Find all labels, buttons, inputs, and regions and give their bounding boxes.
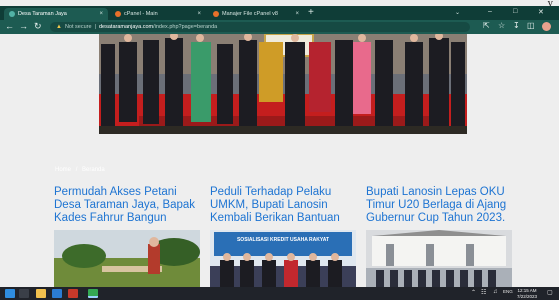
network-icon[interactable]: ☷: [481, 289, 486, 296]
url-divider: |: [94, 24, 96, 30]
tab-label: Desa Taraman Jaya: [18, 11, 67, 17]
chrome-icon[interactable]: [88, 289, 98, 298]
file-explorer-icon[interactable]: [36, 289, 46, 298]
news-title-link[interactable]: Permudah Akses Petani Desa Taraman Jaya,…: [54, 186, 204, 225]
breadcrumb: Home / Beranda: [55, 167, 105, 173]
close-tab-icon[interactable]: ×: [197, 11, 201, 17]
powerpoint-icon[interactable]: [68, 289, 78, 298]
browser-toolbar: ← → ↻ ▲ Not secure | desataramanjaya.com…: [0, 20, 559, 34]
close-tab-icon[interactable]: ×: [295, 11, 299, 17]
close-window-icon[interactable]: ✕: [538, 8, 544, 16]
security-label: Not secure: [64, 24, 92, 30]
screen: y Desa Taraman Jaya × cPanel - Main × Ma…: [0, 0, 559, 300]
breadcrumb-separator: /: [75, 167, 78, 173]
maximize-icon[interactable]: □: [513, 8, 517, 15]
clock-date: 7/22/2023: [517, 293, 538, 299]
news-thumbnail[interactable]: [366, 230, 512, 287]
tray-chevron-icon[interactable]: ⌃: [471, 289, 476, 296]
tab-search-chevron-icon[interactable]: ⌄: [455, 9, 460, 16]
url-host: desataramanjaya.com: [99, 24, 154, 30]
tab-cpanel-main[interactable]: cPanel - Main ×: [110, 8, 206, 20]
download-icon[interactable]: ↧: [513, 21, 520, 30]
bookmark-star-icon[interactable]: ☆: [498, 21, 505, 30]
profile-avatar[interactable]: [542, 22, 551, 31]
notifications-icon[interactable]: ▢: [547, 289, 553, 296]
language-indicator[interactable]: ENG: [503, 289, 513, 294]
warning-icon: ▲: [56, 24, 62, 30]
tab-desa-taraman-jaya[interactable]: Desa Taraman Jaya ×: [4, 8, 108, 20]
new-tab-button[interactable]: +: [308, 7, 314, 18]
start-icon[interactable]: [5, 289, 15, 298]
task-view-icon[interactable]: [19, 289, 29, 298]
reload-icon[interactable]: ↻: [34, 21, 42, 32]
tab-label: Manajer File cPanel v8: [222, 11, 278, 17]
news-title-link[interactable]: Peduli Terhadap Pelaku UMKM, Bupati Lano…: [210, 186, 360, 225]
address-bar[interactable]: ▲ Not secure | desataramanjaya.com /inde…: [50, 22, 470, 32]
breadcrumb-home-link[interactable]: Home: [55, 167, 71, 173]
word-icon[interactable]: [52, 289, 62, 298]
close-tab-icon[interactable]: ×: [99, 11, 103, 17]
news-thumbnail[interactable]: SOSIALISASI KREDIT USAHA RAKYAT: [210, 230, 356, 287]
news-title-link[interactable]: Bupati Lanosin Lepas OKU Timur U20 Berla…: [366, 186, 516, 225]
page-content: Home / Beranda Permudah Akses Petani Des…: [0, 34, 559, 287]
tab-favicon-icon: [213, 11, 219, 17]
hero-photo: [99, 34, 467, 134]
browser-tab-strip: Desa Taraman Jaya × cPanel - Main × Mana…: [0, 6, 559, 20]
share-icon[interactable]: ⇱: [483, 21, 490, 30]
forward-arrow-icon[interactable]: →: [19, 21, 28, 31]
breadcrumb-current: Beranda: [82, 167, 105, 173]
tab-favicon-icon: [115, 11, 121, 17]
taskbar: ⌃ ☷ ♫ ENG 12:15 AM 7/22/2023 ▢: [0, 287, 559, 300]
clock-time: 12:15 AM: [517, 288, 537, 293]
side-panel-icon[interactable]: ◫: [527, 21, 535, 30]
banner-caption: SOSIALISASI KREDIT USAHA RAKYAT: [236, 237, 330, 243]
tab-label: cPanel - Main: [124, 11, 158, 17]
url-path: /index.php?page=beranda: [153, 24, 218, 30]
tab-favicon-icon: [9, 11, 15, 17]
news-thumbnail[interactable]: [54, 230, 200, 287]
taskbar-clock[interactable]: 12:15 AM 7/22/2023: [517, 288, 537, 299]
volume-icon[interactable]: ♫: [493, 289, 498, 295]
back-arrow-icon[interactable]: ←: [5, 21, 14, 31]
minimize-icon[interactable]: –: [488, 8, 492, 15]
tab-file-manager[interactable]: Manajer File cPanel v8 ×: [208, 8, 304, 20]
